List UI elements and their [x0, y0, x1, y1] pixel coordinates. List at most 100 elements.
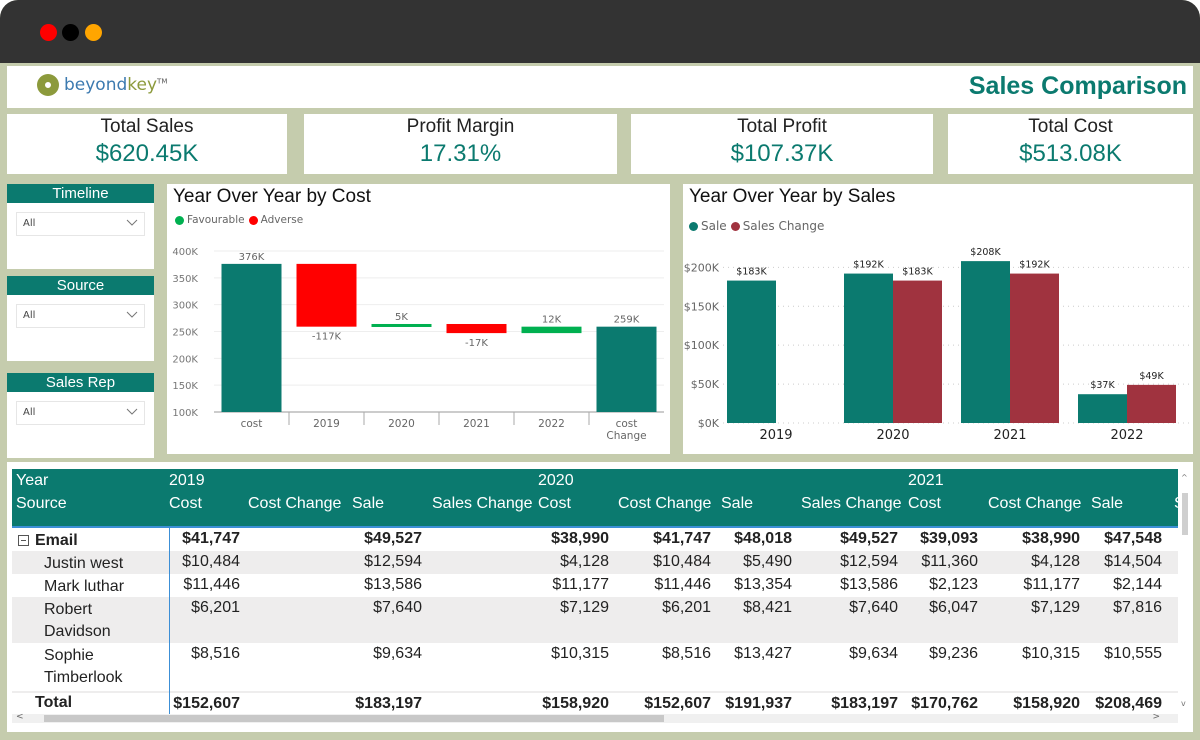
column-header[interactable]: Sales Change: [432, 495, 533, 513]
row-label-line: Sophie: [44, 647, 94, 664]
kpi-card-total-sales: Total Sales $620.45K: [7, 114, 287, 174]
bar-sale-2022[interactable]: [1078, 394, 1127, 423]
data-label: 259K: [614, 315, 640, 326]
row-label-line: Davidson: [44, 623, 111, 640]
scroll-up-icon[interactable]: ^: [1181, 473, 1188, 482]
row-header-source: Source: [16, 495, 67, 512]
table-cell: $13,354: [734, 576, 792, 593]
waterfall-bar-2020[interactable]: [371, 323, 432, 327]
column-header[interactable]: Sales Change: [801, 495, 902, 513]
table-cell: $10,555: [1104, 645, 1162, 662]
scrollbar-thumb[interactable]: [1182, 493, 1188, 535]
table-cell: $7,129: [560, 599, 609, 616]
column-header[interactable]: Sale: [1091, 495, 1123, 513]
y-tick-label: $200K: [684, 261, 720, 274]
data-label: $192K: [1019, 260, 1050, 271]
y-tick-label: 400K: [172, 247, 198, 258]
table-cell: $10,315: [1022, 645, 1080, 662]
scroll-left-icon[interactable]: <: [16, 712, 24, 722]
table-cell: $10,484: [653, 553, 711, 570]
kpi-value: $513.08K: [1019, 140, 1122, 167]
table-cell: $9,236: [929, 645, 978, 662]
y-tick-label: $0K: [698, 417, 720, 430]
kpi-label: Profit Margin: [406, 116, 515, 137]
table-cell: $7,129: [1031, 599, 1080, 616]
dropdown-value: All: [23, 310, 36, 321]
year-header-2019[interactable]: 2019: [169, 472, 205, 490]
table-cell: $49,527: [364, 530, 422, 547]
close-button[interactable]: [40, 24, 57, 41]
row-label: Total: [35, 694, 73, 711]
column-header[interactable]: Sale: [352, 495, 384, 513]
scroll-down-icon[interactable]: v: [1181, 699, 1186, 708]
data-label: 12K: [542, 315, 562, 326]
x-tick-label: 2019: [759, 428, 792, 443]
table-cell: $47,548: [1104, 530, 1162, 547]
bar-sale-2021[interactable]: [961, 261, 1010, 423]
bar-sale-2019[interactable]: [727, 280, 776, 423]
data-label: $49K: [1139, 371, 1164, 382]
scrollbar-thumb[interactable]: [44, 715, 664, 722]
row-label: Sophie Timberlook: [44, 645, 123, 689]
data-label: -117K: [312, 332, 342, 343]
title-bar: [0, 0, 1200, 63]
minimize-button[interactable]: [62, 24, 79, 41]
table-cell: $39,093: [920, 530, 978, 547]
bar-sale-2020[interactable]: [844, 273, 893, 423]
table-cell: $12,594: [840, 553, 898, 570]
data-label: $183K: [902, 267, 933, 278]
kpi-value: $107.37K: [730, 140, 834, 167]
table-cell: $2,123: [929, 576, 978, 593]
kpi-card-total-profit: Total Profit $107.37K: [631, 114, 933, 174]
column-header[interactable]: Cost Change: [618, 495, 711, 513]
row-label: Robert Davidson: [44, 599, 111, 643]
table-cell: $6,201: [662, 599, 711, 616]
y-tick-label: $100K: [684, 339, 720, 352]
year-header-2021[interactable]: 2021: [908, 472, 944, 490]
table-cell: $9,634: [849, 645, 898, 662]
waterfall-bar-2019[interactable]: [296, 263, 357, 327]
kpi-value: 17.31%: [419, 140, 502, 167]
timeline-dropdown[interactable]: All: [16, 212, 145, 236]
bar-sales-change-2021[interactable]: [1010, 273, 1059, 423]
scroll-right-icon[interactable]: >: [1152, 712, 1160, 722]
maximize-button[interactable]: [85, 24, 102, 41]
x-tick-label: Change: [606, 430, 646, 442]
collapse-icon[interactable]: [18, 535, 29, 546]
vertical-scrollbar[interactable]: ^ v: [1180, 469, 1190, 714]
column-header[interactable]: Cost: [538, 495, 571, 513]
kpi-label: Total Sales: [100, 116, 194, 137]
waterfall-bar-2021[interactable]: [446, 323, 507, 334]
column-header[interactable]: Cost: [908, 495, 941, 513]
slicer-sales-rep: Sales Rep All: [7, 373, 154, 458]
waterfall-bar-2022[interactable]: [521, 326, 582, 334]
waterfall-bar-cost-change[interactable]: [596, 326, 657, 412]
table-cell: $12,594: [364, 553, 422, 570]
sales-rep-dropdown[interactable]: All: [16, 401, 145, 425]
table-cell: $8,516: [191, 645, 240, 662]
column-header[interactable]: Cost: [169, 495, 202, 513]
source-dropdown[interactable]: All: [16, 304, 145, 328]
table-cell: $10,315: [551, 645, 609, 662]
table-cell: $13,586: [364, 576, 422, 593]
year-header-2020[interactable]: 2020: [538, 472, 574, 490]
waterfall-bar-cost[interactable]: [221, 263, 282, 412]
column-header[interactable]: Cost Change: [988, 495, 1081, 513]
bar-sales-change-2022[interactable]: [1127, 384, 1176, 423]
row-label: Mark luthar: [44, 578, 125, 595]
y-tick-label: $50K: [691, 378, 720, 391]
data-label: $192K: [853, 260, 884, 271]
x-tick-label: 2022: [538, 418, 565, 430]
column-header[interactable]: Sale: [721, 495, 753, 513]
page-title: Sales Comparison: [968, 72, 1187, 100]
table-total-row: Total $152,607 $183,197 $158,920 $152,607 $19…: [12, 691, 1178, 714]
x-tick-label: 2022: [1110, 428, 1143, 443]
data-label: $183K: [736, 267, 767, 278]
bar-sales-change-2020[interactable]: [893, 280, 942, 423]
horizontal-scrollbar[interactable]: < >: [12, 712, 1178, 723]
column-header[interactable]: Cost Change: [248, 495, 341, 513]
table-cell: $7,640: [849, 599, 898, 616]
table-cell: $8,516: [662, 645, 711, 662]
data-label: -17K: [465, 338, 488, 349]
logo-icon: [37, 74, 59, 96]
